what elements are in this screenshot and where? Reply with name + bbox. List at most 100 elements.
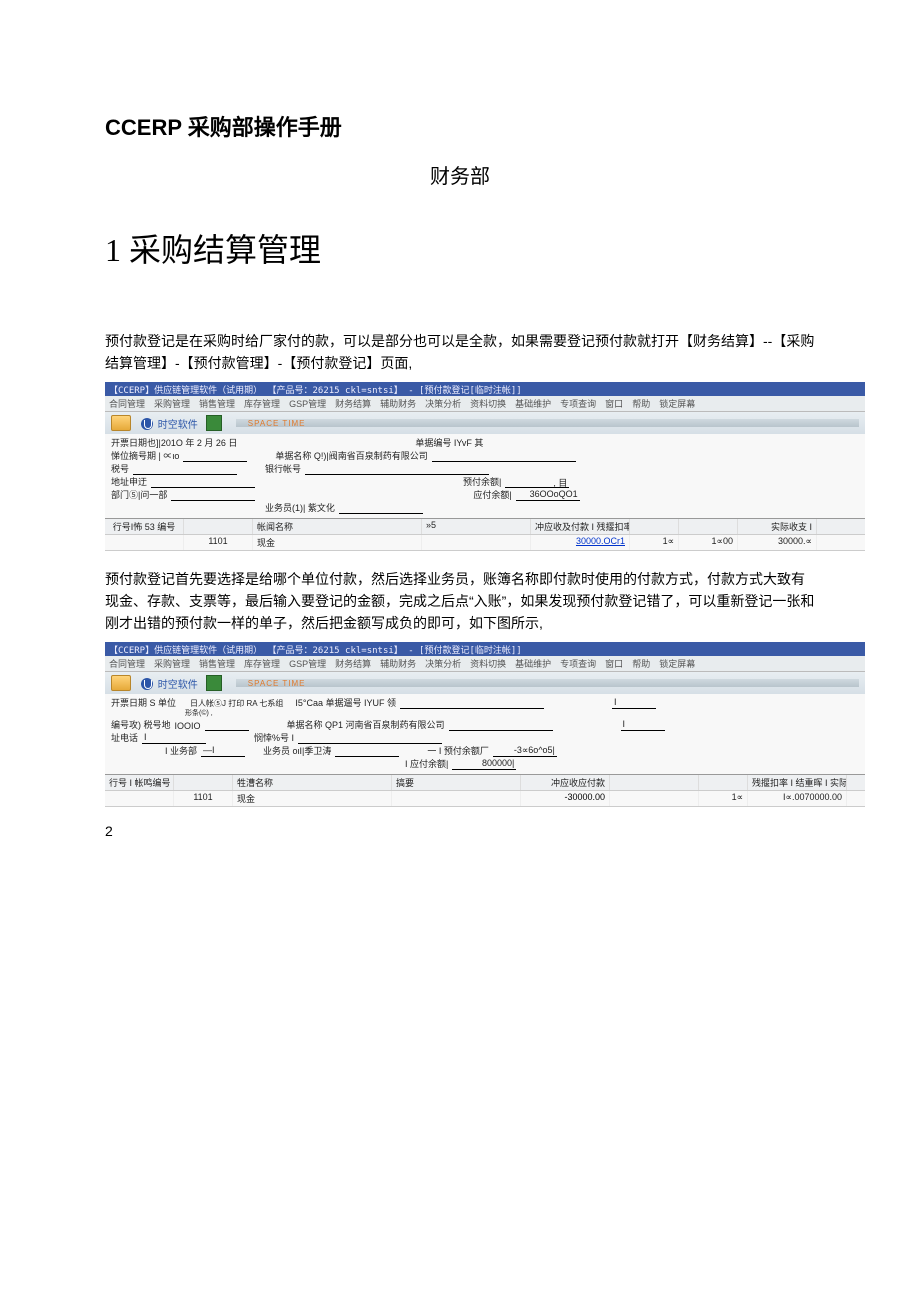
code-value: IOOIO [175, 721, 201, 731]
menu-item[interactable]: 专项查询 [560, 397, 596, 410]
dept-label: 部门⑤|问一部 [111, 488, 167, 501]
cell-amount[interactable]: 30000.OCr1 [531, 535, 630, 550]
account-label: 悯悻%号 I [254, 731, 294, 744]
menu-item[interactable]: 销售管理 [199, 397, 235, 410]
menu-item[interactable]: 帮助 [632, 397, 650, 410]
data-grid: 行号I怖 53 编号 帐闻名称 »5 冲应收及付款 I 残揠扣率 I 实际收支 … [105, 518, 865, 551]
column-header[interactable]: 冲应收应付款 [521, 775, 610, 790]
menu-item[interactable]: 合同管理 [109, 397, 145, 410]
column-header[interactable]: 冲应收及付款 I 残揠扣率 I [531, 519, 630, 534]
column-header[interactable]: 牲漕名称 [233, 775, 392, 790]
prepay-balance-label: 一 I 预付余额厂 [427, 744, 489, 757]
section-number: 1 [105, 232, 121, 268]
folder-icon[interactable] [111, 415, 131, 431]
cell-actual: 30000.∝ [738, 535, 817, 550]
payable-balance-field[interactable]: 800000| [452, 758, 516, 770]
toolbar-button-icon[interactable] [206, 675, 222, 691]
menu-item[interactable]: 决策分析 [425, 397, 461, 410]
paragraph-1: 预付款登记是在采购时给厂家付的款，可以是部分也可以是全款，如果需要登记预付款就打… [105, 331, 815, 374]
prepay-balance-field[interactable]: -3∝6o^o5| [493, 745, 557, 757]
column-header[interactable]: 帐闻名称 [253, 519, 422, 534]
menu-item[interactable]: 锁定屏幕 [659, 397, 695, 410]
toolbar-button-icon[interactable] [206, 415, 222, 431]
menu-item[interactable]: 基础维护 [515, 657, 551, 670]
menu-item[interactable]: GSP管理 [289, 657, 326, 670]
column-header[interactable] [184, 519, 253, 534]
app-screenshot-2: 【CCERP】供应链管理软件（试用期） 【产品号：26215 ckl=sntsi… [105, 642, 865, 807]
menu-item[interactable]: 基础维护 [515, 397, 551, 410]
tax-no-field[interactable] [133, 463, 237, 475]
invoice-date-label: 开票日期也]|201O 年 2 月 26 日 [111, 436, 237, 449]
column-header[interactable]: 搞要 [392, 775, 521, 790]
brand-mark-icon [141, 678, 153, 690]
doc-no-label: I5°Caa 单据遛号 IYUF 领 [295, 696, 396, 709]
small-field[interactable]: I [612, 697, 656, 709]
cell-rate: 1∝ [699, 791, 748, 806]
operator-field[interactable] [339, 502, 423, 514]
document-subtitle: 财务部 [105, 160, 815, 189]
menu-item[interactable]: 窗口 [605, 657, 623, 670]
menu-item[interactable]: 采购管理 [154, 397, 190, 410]
address-field[interactable] [151, 476, 255, 488]
menu-item[interactable]: 专项查询 [560, 657, 596, 670]
cell-code: 1101 [184, 535, 253, 550]
unit-name-field[interactable] [432, 450, 576, 462]
unit-name-field[interactable] [449, 719, 553, 731]
cell-code: 1101 [174, 791, 233, 806]
menu-item[interactable]: 窗口 [605, 397, 623, 410]
table-row[interactable]: 1101 现金 30000.OCr1 1∝ 1∝00 30000.∝ [105, 535, 865, 551]
menu-item[interactable]: 辅助财务 [380, 397, 416, 410]
menu-item[interactable]: GSP管理 [289, 397, 326, 410]
menu-item[interactable]: 库存管理 [244, 397, 280, 410]
tiny-label: 形条(©) , [185, 708, 213, 718]
page-number: 2 [105, 823, 815, 839]
folder-icon[interactable] [111, 675, 131, 691]
table-row[interactable]: 1101 现金 -30000.00 1∝ I∝.0070000.00 [105, 791, 865, 807]
menu-item[interactable]: 库存管理 [244, 657, 280, 670]
dept-field[interactable]: —I [201, 745, 245, 757]
prepay-balance-field[interactable]: , 目 [505, 476, 569, 488]
menu-item[interactable]: 财务结算 [335, 397, 371, 410]
section-title: 采购结算管理 [129, 232, 321, 268]
column-header[interactable]: 实际收支 I [738, 519, 817, 534]
form-area: 开票日期也]|201O 年 2 月 26 日 单据编号 IYvF 其 悌位摘号期… [105, 434, 865, 551]
column-header[interactable]: »5 [422, 519, 531, 534]
unit-code-field[interactable] [183, 450, 247, 462]
menu-item[interactable]: 合同管理 [109, 657, 145, 670]
dept-label: I 业务部 [165, 744, 197, 757]
small-field[interactable]: I [621, 719, 665, 731]
menu-item[interactable]: 资料切换 [470, 657, 506, 670]
cell-summary [422, 535, 531, 550]
column-header[interactable]: 行号 I 帐鸣编号 [105, 775, 174, 790]
unit-code-label: 悌位摘号期 | ∝ιo [111, 449, 179, 462]
paragraph-2: 预付款登记首先要选择是给哪个单位付款，然后选择业务员，账簿名称即付款时使用的付款… [105, 569, 815, 634]
menu-item[interactable]: 销售管理 [199, 657, 235, 670]
column-header[interactable] [699, 775, 748, 790]
addr-phone-field[interactable]: I [142, 732, 206, 744]
column-header[interactable] [174, 775, 233, 790]
column-header[interactable] [610, 775, 699, 790]
operator-field[interactable] [335, 745, 399, 757]
menu-item[interactable]: 财务结算 [335, 657, 371, 670]
menu-item[interactable]: 辅助财务 [380, 657, 416, 670]
bank-account-label: 银行帐号 [265, 462, 301, 475]
menu-item[interactable]: 决策分析 [425, 657, 461, 670]
menu-item[interactable]: 帮助 [632, 657, 650, 670]
prepay-balance-label: 预付余额| [463, 475, 501, 488]
doc-no-field[interactable] [400, 697, 544, 709]
menu-item[interactable]: 采购管理 [154, 657, 190, 670]
cell-name: 现金 [233, 791, 392, 806]
payable-balance-field[interactable]: 36OOoQO1 [516, 489, 580, 501]
column-header[interactable]: 行号I怖 53 编号 [105, 519, 184, 534]
menu-item[interactable]: 锁定屏幕 [659, 657, 695, 670]
column-header[interactable] [630, 519, 679, 534]
doc-no-label: 单据编号 IYvF 其 [415, 436, 483, 449]
bank-account-field[interactable] [305, 463, 489, 475]
code-field[interactable] [205, 719, 249, 731]
column-header[interactable] [679, 519, 738, 534]
menu-item[interactable]: 资料切换 [470, 397, 506, 410]
account-field[interactable] [298, 732, 442, 744]
unit-name-label: 单据名称 Q!)|阀南省百泉制药有限公司 [275, 449, 427, 462]
column-header[interactable]: 残揠扣率 I 结重晖 I 实际收支 I [748, 775, 847, 790]
dept-field[interactable] [171, 489, 255, 501]
